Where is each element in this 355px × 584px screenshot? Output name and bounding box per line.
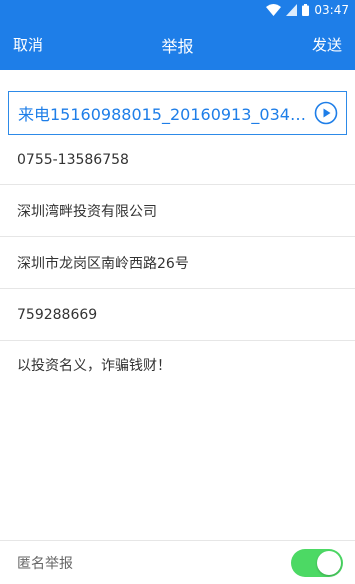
company-value: 深圳湾畔投资有限公司 bbox=[17, 203, 157, 220]
address-field[interactable]: 深圳市龙岗区南岭西路26号 bbox=[0, 237, 355, 289]
status-bar: 03:47 bbox=[0, 0, 355, 20]
phone-field[interactable]: 0755-13586758 bbox=[0, 135, 355, 185]
wifi-icon bbox=[266, 4, 282, 16]
cancel-button[interactable]: 取消 bbox=[0, 20, 56, 70]
company-field[interactable]: 深圳湾畔投资有限公司 bbox=[0, 185, 355, 237]
description-value: 以投资名义，诈骗钱财！ bbox=[17, 358, 171, 374]
anonymous-row: 匿名举报 bbox=[0, 540, 355, 584]
anonymous-toggle[interactable] bbox=[291, 548, 343, 577]
anonymous-label: 匿名举报 bbox=[17, 555, 73, 572]
number-value: 759288669 bbox=[17, 306, 98, 323]
play-icon[interactable] bbox=[314, 101, 338, 125]
recording-attachment[interactable]: 来电15160988015_20160913_034706.amr bbox=[8, 91, 347, 135]
phone-value: 0755-13586758 bbox=[17, 151, 129, 168]
signal-icon bbox=[286, 4, 298, 16]
status-time: 03:47 bbox=[314, 3, 349, 17]
send-button[interactable]: 发送 bbox=[299, 20, 355, 70]
number-field[interactable]: 759288669 bbox=[0, 289, 355, 341]
description-field[interactable]: 以投资名义，诈骗钱财！ bbox=[0, 341, 355, 531]
recording-filename: 来电15160988015_20160913_034706.amr bbox=[18, 105, 308, 124]
nav-bar: 取消 举报 发送 bbox=[0, 20, 355, 70]
toggle-knob bbox=[317, 550, 341, 575]
address-value: 深圳市龙岗区南岭西路26号 bbox=[17, 255, 189, 272]
battery-icon bbox=[302, 4, 310, 16]
